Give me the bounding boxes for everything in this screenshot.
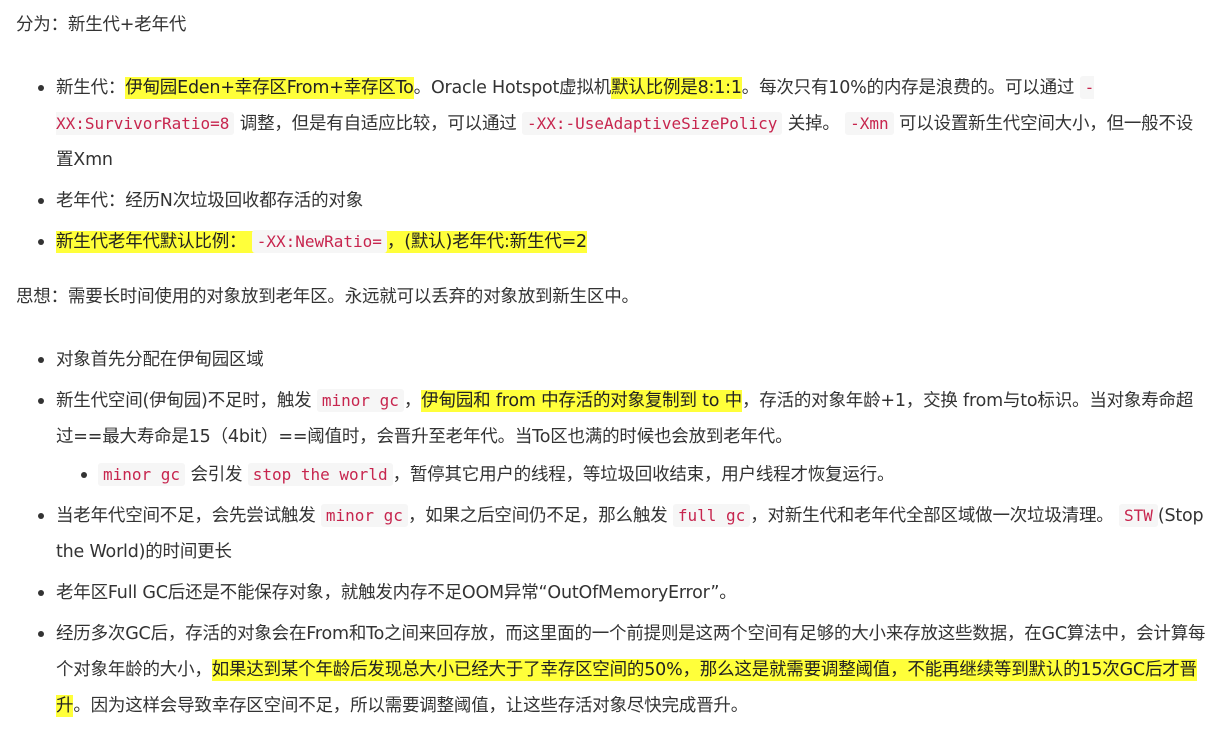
generation-list: 新生代：伊甸园Eden+幸存区From+幸存区To。Oracle Hotspot…	[16, 70, 1208, 265]
code-minor-gc: minor gc	[316, 389, 404, 412]
highlight-new-ratio: 新生代老年代默认比例： -XX:NewRatio= ，(默认)老年代:新生代=2	[56, 230, 587, 253]
text: 新生代：	[56, 78, 126, 98]
code-minor-gc: minor gc	[98, 463, 186, 486]
minor-gc-sublist: minor gc 会引发 stop the world ，暂停其它用户的线程，等垃…	[56, 457, 1208, 493]
list-item-full-gc: 当老年代空间不足，会先尝试触发 minor gc ，如果之后空间仍不足，那么触发 …	[38, 498, 1208, 570]
intro-paragraph: 分为：新生代+老年代	[16, 15, 187, 35]
text: ，如果之后空间仍不足，那么触发	[407, 506, 668, 526]
text: 会引发	[190, 465, 243, 485]
highlight-copy-to-to: 伊甸园和 from 中存活的对象复制到 to 中	[421, 390, 742, 412]
list-item-stop-the-world: minor gc 会引发 stop the world ，暂停其它用户的线程，等垃…	[81, 457, 1208, 493]
gc-process-list: 对象首先分配在伊甸园区域 新生代空间(伊甸园)不足时，触发 minor gc ，伊…	[16, 342, 1208, 729]
highlight-default-ratio: 默认比例是8:1:1	[611, 77, 742, 99]
code-xmn: -Xmn	[845, 112, 894, 135]
text: ，对新生代和老年代全部区域做一次垃圾清理。	[750, 506, 1114, 526]
text: 。Oracle Hotspot虚拟机	[413, 78, 612, 98]
code-minor-gc: minor gc	[320, 504, 408, 527]
text: 。因为这样会导致幸存区空间不足，所以需要调整阈值，让这些存活对象尽快完成晋升。	[73, 696, 749, 716]
text: 。每次只有10%的内存是浪费的。可以通过	[741, 78, 1075, 98]
list-item-minor-gc: 新生代空间(伊甸园)不足时，触发 minor gc ，伊甸园和 from 中存活的…	[38, 383, 1208, 493]
list-item-young-generation: 新生代：伊甸园Eden+幸存区From+幸存区To。Oracle Hotspot…	[38, 70, 1208, 178]
text: 调整，但是有自适应比较，可以通过	[239, 114, 517, 134]
list-item-threshold: 经历多次GC后，存活的对象会在From和To之间来回存放，而这里面的一个前提则是…	[38, 616, 1208, 724]
text: ，暂停其它用户的线程，等垃圾回收结束，用户线程才恢复运行。	[392, 465, 895, 485]
code-stop-the-world: stop the world	[247, 463, 393, 486]
text: ，	[403, 391, 422, 411]
text: 新生代空间(伊甸园)不足时，触发	[56, 391, 312, 411]
list-item-default-ratio: 新生代老年代默认比例： -XX:NewRatio= ，(默认)老年代:新生代=2	[38, 224, 1208, 260]
highlight-eden-from-to: 伊甸园Eden+幸存区From+幸存区To	[125, 77, 414, 99]
thought-paragraph: 思想：需要长时间使用的对象放到老年区。永远就可以丢弃的对象放到新生区中。	[16, 287, 639, 307]
code-stw: STW	[1118, 504, 1158, 527]
code-full-gc: full gc	[672, 504, 751, 527]
code-new-ratio: -XX:NewRatio=	[251, 230, 387, 253]
code-adaptive-size-policy: -XX:-UseAdaptiveSizePolicy	[521, 112, 783, 135]
list-item-oom: 老年区Full GC后还是不能保存对象，就触发内存不足OOM异常“OutOfMe…	[38, 575, 1208, 611]
list-item-eden-allocation: 对象首先分配在伊甸园区域	[38, 342, 1208, 378]
text: 当老年代空间不足，会先尝试触发	[56, 506, 316, 526]
list-item-old-generation: 老年代：经历N次垃圾回收都存活的对象	[38, 183, 1208, 219]
text: 关掉。	[787, 114, 840, 134]
